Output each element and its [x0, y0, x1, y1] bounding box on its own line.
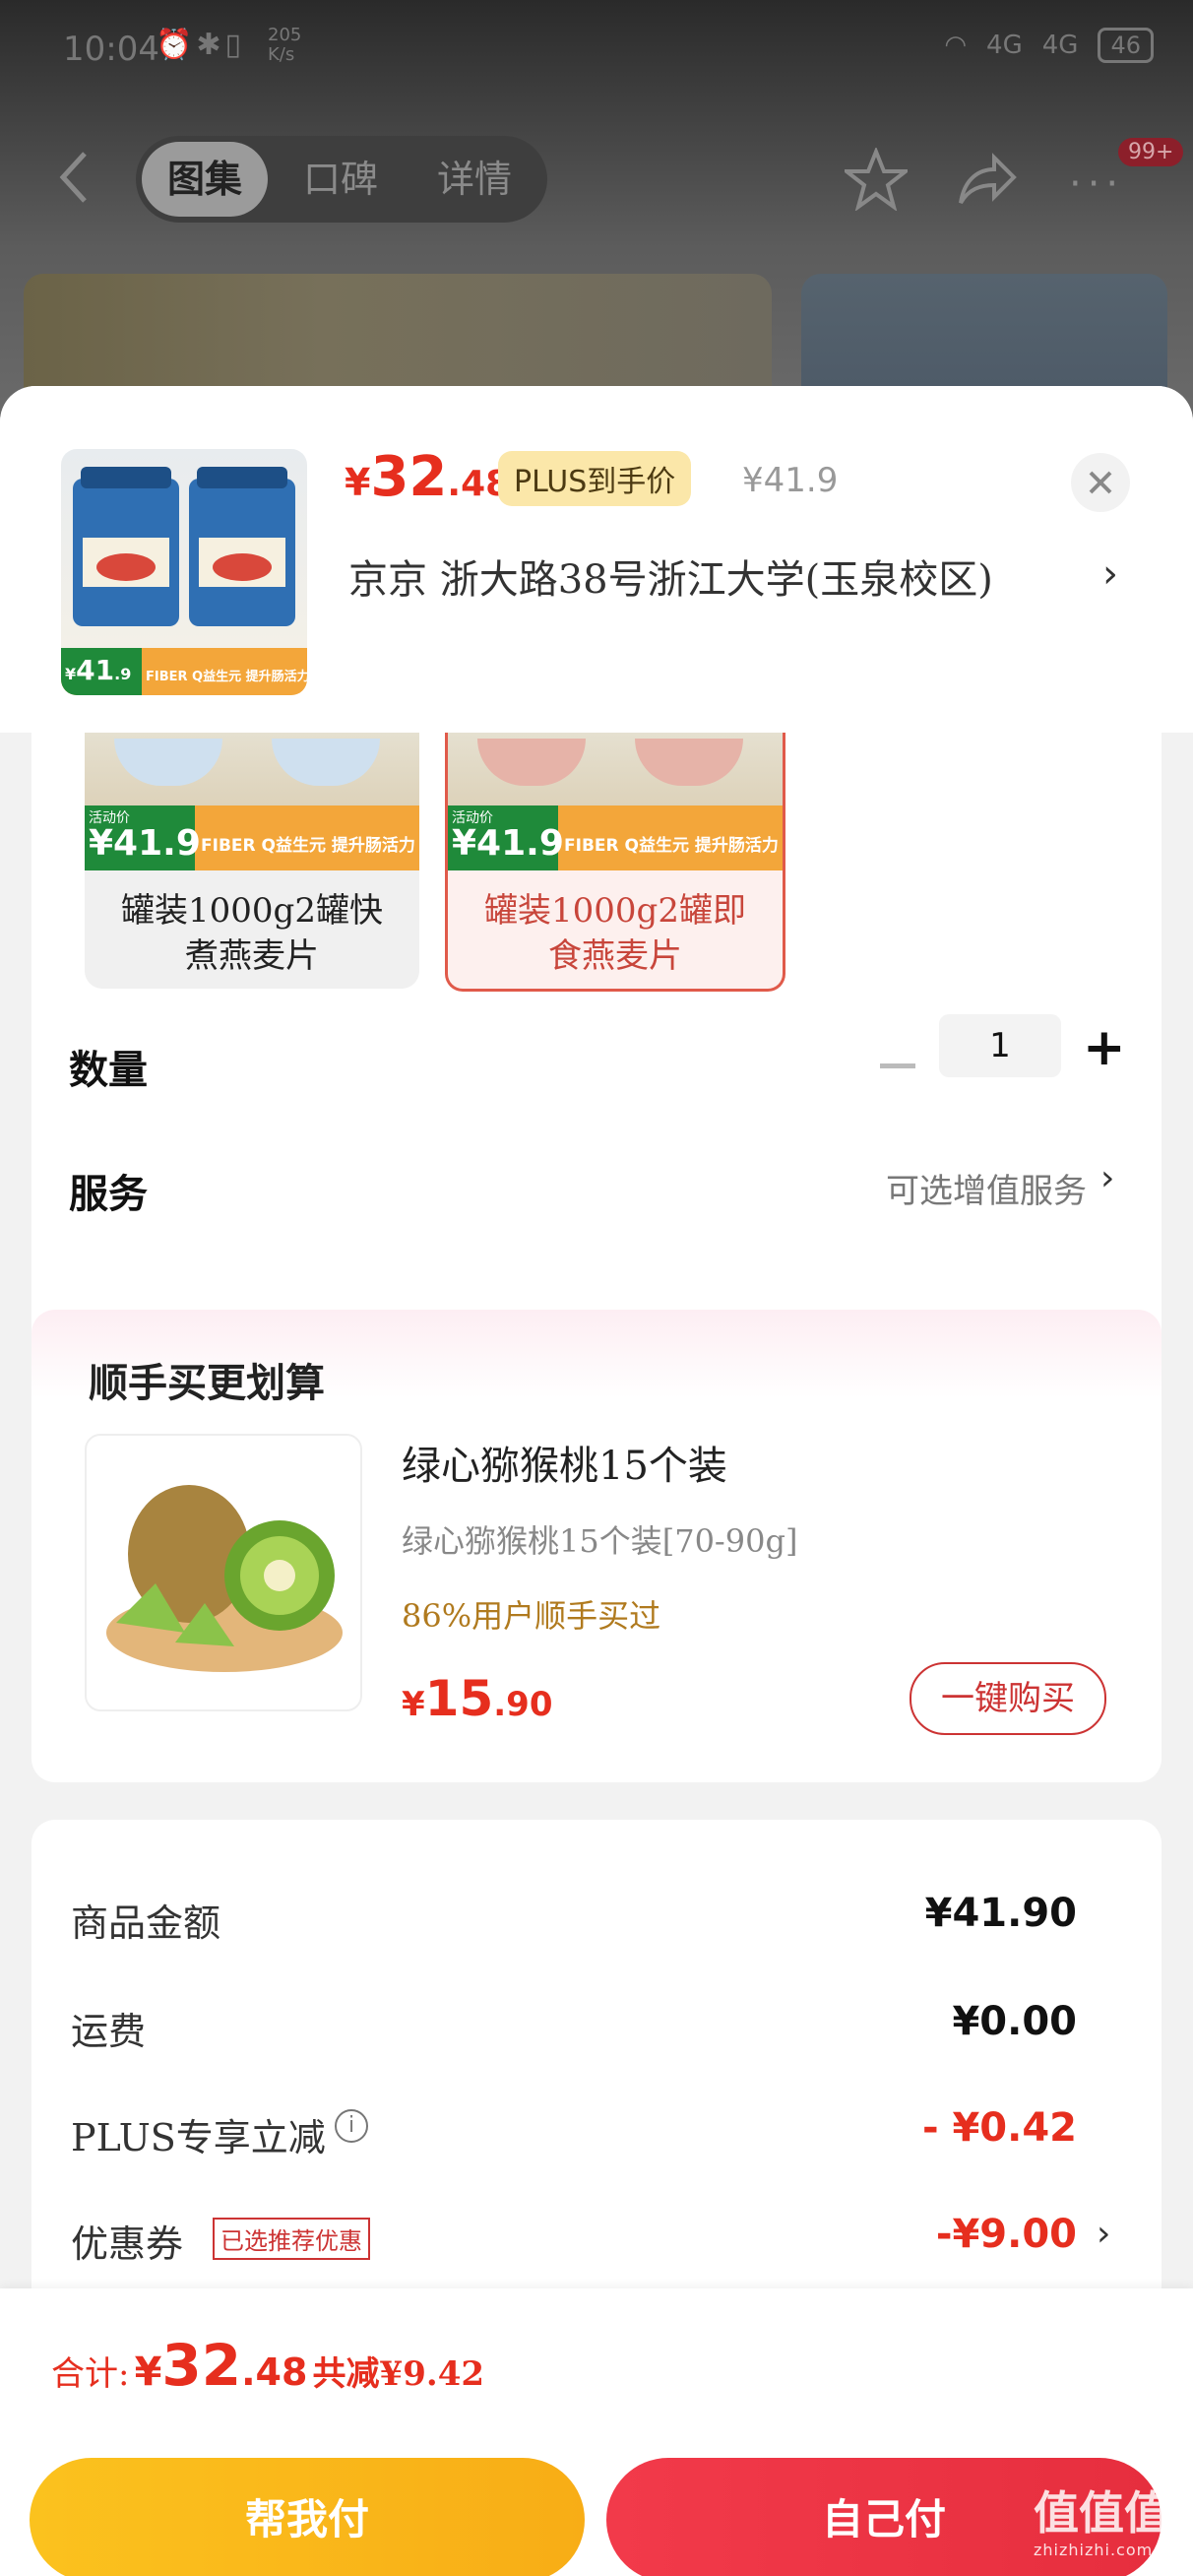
- original-price: ¥41.9: [742, 461, 839, 500]
- bowl-icon: [635, 739, 743, 786]
- option-label: 罐装1000g2罐即 食燕麦片: [484, 891, 746, 976]
- status-time: 10:04: [63, 30, 159, 69]
- summary-label-shipping: 运费: [71, 2010, 147, 2053]
- status-right: ◠ 4G 4G 46: [944, 28, 1154, 63]
- share-icon[interactable]: [955, 148, 1018, 211]
- summary-label-goods: 商品金额: [71, 1901, 221, 1945]
- checkout-bar: 合计: ¥32.48 共减¥9.42 帮我付 自己付: [0, 2288, 1193, 2576]
- speed-unit: K/s: [268, 44, 295, 65]
- one-click-buy-button[interactable]: 一键购买: [910, 1662, 1106, 1735]
- option-image: 活动价 ¥41.9 FIBER Q益生元 提升肠活力: [448, 733, 783, 870]
- plus-price-tag: PLUS到手价: [498, 451, 692, 506]
- quantity-minus-button[interactable]: [880, 1063, 915, 1068]
- summary-value-shipping: ¥0.00: [952, 1999, 1077, 2044]
- summary-value-goods: ¥41.90: [924, 1891, 1077, 1936]
- thumb-price: ¥41.9: [65, 654, 132, 686]
- bowl-icon: [114, 739, 222, 786]
- close-icon: [1089, 471, 1112, 494]
- service-label: 服务: [69, 1172, 148, 1217]
- total-saving: 共减¥9.42: [312, 2354, 485, 2394]
- nav-tabs: 图集 口碑 详情: [136, 136, 547, 223]
- bundle-percent: 86%用户顺手买过: [402, 1597, 661, 1635]
- bowl-icon: [272, 739, 380, 786]
- bundle-price: ¥15.90: [402, 1670, 553, 1727]
- delivery-address[interactable]: 京京 浙大路38号浙江大学(玉泉校区): [348, 547, 993, 605]
- summary-value-coupon[interactable]: -¥9.00: [936, 2212, 1077, 2257]
- service-hint[interactable]: 可选增值服务: [886, 1164, 1087, 1212]
- option-strip: 活动价 ¥41.9 FIBER Q益生元 提升肠活力: [448, 805, 783, 870]
- quantity-plus-button[interactable]: +: [1083, 1018, 1126, 1077]
- bowl-icon: [477, 739, 586, 786]
- spec-sheet: ¥41.9 FIBER Q益生元 提升肠活力 ¥32.48 PLUS到手价 ¥4…: [0, 386, 1193, 2576]
- tab-details[interactable]: 详情: [437, 136, 512, 223]
- coupon-chevron-icon[interactable]: ›: [1097, 2214, 1110, 2254]
- final-price: ¥32.48: [345, 445, 511, 509]
- info-icon[interactable]: i: [335, 2109, 368, 2143]
- option-card-instant[interactable]: 活动价 ¥41.9 FIBER Q益生元 提升肠活力 罐装1000g2罐即 食燕…: [445, 733, 785, 992]
- bundle-product-name: 绿心猕猴桃15个装: [402, 1444, 727, 1489]
- close-button[interactable]: [1071, 453, 1130, 512]
- tab-reviews[interactable]: 口碑: [303, 136, 378, 223]
- speed-value: 205: [268, 25, 302, 45]
- signal-1: 4G: [986, 31, 1023, 60]
- kiwi-illustration: [106, 1485, 343, 1672]
- bundle-product-spec: 绿心猕猴桃15个装[70-90g]: [402, 1522, 798, 1560]
- option-price-block: 活动价 ¥41.9: [448, 805, 564, 870]
- wifi-icon: ◠: [944, 31, 968, 60]
- summary-value-plus: - ¥0.42: [921, 2105, 1077, 2151]
- summary-label-coupon: 优惠券: [71, 2222, 184, 2266]
- back-icon[interactable]: [55, 148, 94, 207]
- help-me-pay-button[interactable]: 帮我付: [30, 2458, 585, 2576]
- watermark-logo: 值值值 zhizhizhi.com: [1034, 2486, 1169, 2559]
- option-image: 活动价 ¥41.9 FIBER Q益生元 提升肠活力: [85, 733, 419, 870]
- status-alarm-bluetooth-icons: ⏰✱▯: [156, 28, 245, 62]
- total-label: 合计:: [51, 2354, 130, 2394]
- option-price-block: 活动价 ¥41.9: [85, 805, 201, 870]
- product-thumbnail: ¥41.9 FIBER Q益生元 提升肠活力: [61, 449, 307, 695]
- option-card-quick-cook[interactable]: 活动价 ¥41.9 FIBER Q益生元 提升肠活力 罐装1000g2罐快 煮燕…: [85, 733, 419, 989]
- summary-label-plus: PLUS专享立减: [71, 2116, 326, 2159]
- sheet-header: ¥41.9 FIBER Q益生元 提升肠活力 ¥32.48 PLUS到手价 ¥4…: [0, 386, 1193, 733]
- coupon-tag: 已选推荐优惠: [213, 2218, 370, 2260]
- notification-badge: 99+: [1118, 138, 1184, 166]
- total-line: 合计: ¥32.48 共减¥9.42: [51, 2332, 485, 2399]
- status-bar: 10:04 ⏰✱▯ 205 K/s ◠ 4G 4G 46: [0, 0, 1193, 98]
- star-icon[interactable]: [845, 148, 908, 211]
- address-chevron-icon[interactable]: ›: [1102, 551, 1118, 597]
- signal-2: 4G: [1041, 31, 1079, 60]
- kiwi-image: [85, 1434, 362, 1711]
- option-strip: 活动价 ¥41.9 FIBER Q益生元 提升肠活力: [85, 805, 419, 870]
- battery-icon: 46: [1098, 28, 1154, 63]
- option-label: 罐装1000g2罐快 煮燕麦片: [121, 891, 383, 976]
- service-chevron-icon[interactable]: ›: [1100, 1158, 1114, 1198]
- bundle-title: 顺手买更划算: [89, 1361, 325, 1406]
- tab-gallery[interactable]: 图集: [142, 142, 269, 217]
- thumb-strip-text: FIBER Q益生元 提升肠活力: [146, 670, 307, 684]
- status-speed: 205 K/s: [268, 26, 301, 65]
- quantity-label: 数量: [69, 1048, 148, 1093]
- bundle-section: 顺手买更划算 绿心猕猴桃15个装 绿心猕猴桃15个装[70-90g] 86%用户…: [31, 1310, 1162, 1782]
- quantity-input[interactable]: 1: [939, 1014, 1061, 1077]
- more-icon[interactable]: ···: [1069, 161, 1124, 207]
